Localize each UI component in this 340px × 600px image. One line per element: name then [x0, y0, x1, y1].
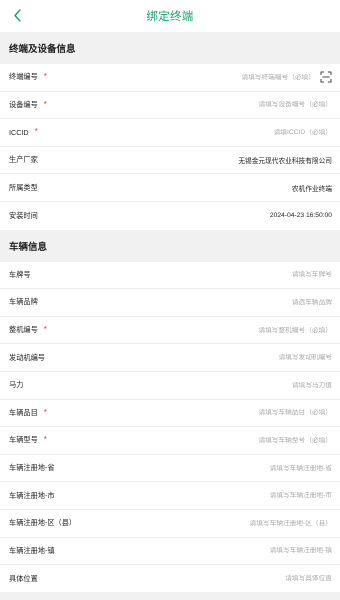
- required-marker: *: [43, 325, 47, 335]
- required-marker: *: [43, 435, 47, 445]
- address-input[interactable]: [172, 575, 332, 583]
- header-bar: 绑定终端: [0, 0, 340, 32]
- field-label: 车辆注册地-省: [9, 463, 55, 473]
- row-horsepower: 马力: [0, 372, 340, 400]
- row-iccid: ICCID *: [0, 119, 340, 147]
- row-device-no: 设备编号 *: [0, 92, 340, 120]
- model-input[interactable]: [172, 436, 332, 444]
- field-label: 车牌号: [9, 269, 31, 279]
- plate-input[interactable]: [172, 271, 332, 279]
- back-button[interactable]: [8, 5, 26, 25]
- row-plate: 车牌号: [0, 262, 340, 290]
- row-district: 车辆注册地-区（县）: [0, 510, 340, 538]
- row-brand: 车辆品牌: [0, 289, 340, 317]
- terminal-no-input[interactable]: [155, 73, 315, 81]
- iccid-input[interactable]: [172, 128, 332, 136]
- required-marker: *: [43, 99, 47, 109]
- field-label: 生产厂家: [9, 155, 38, 165]
- field-label: 车辆注册地-镇: [9, 545, 55, 555]
- install-time-value[interactable]: 2024-04-23 16:50:00: [270, 212, 332, 219]
- horsepower-input[interactable]: [172, 381, 332, 389]
- row-town: 车辆注册地-镇: [0, 538, 340, 566]
- field-label: 发动机编号: [9, 352, 45, 362]
- field-label: 车辆注册地-市: [9, 490, 55, 500]
- required-marker: *: [34, 127, 38, 137]
- machine-no-input[interactable]: [172, 326, 332, 334]
- field-label: 所属类型: [9, 182, 38, 192]
- field-label: 车辆品牌: [9, 297, 38, 307]
- row-province: 车辆注册地-省: [0, 455, 340, 483]
- chevron-left-icon: [13, 8, 21, 22]
- district-input[interactable]: [172, 519, 332, 527]
- field-label: 车辆型号 *: [9, 435, 47, 445]
- row-engine-no: 发动机编号: [0, 344, 340, 372]
- type-value: 农机作业终端: [291, 185, 332, 193]
- province-input[interactable]: [172, 464, 332, 472]
- brand-input[interactable]: [172, 298, 332, 306]
- required-marker: *: [43, 72, 47, 82]
- manufacturer-value: 无锡金元现代农业科技有限公司: [238, 158, 332, 166]
- row-manufacturer: 生产厂家 无锡金元现代农业科技有限公司: [0, 147, 340, 175]
- page-title: 绑定终端: [146, 11, 194, 23]
- row-type: 所属类型 农机作业终端: [0, 174, 340, 202]
- category-input[interactable]: [172, 409, 332, 417]
- row-machine-no: 整机编号 *: [0, 317, 340, 345]
- device-no-input[interactable]: [172, 101, 332, 109]
- field-label: 终端编号 *: [9, 72, 47, 82]
- field-label: ICCID *: [9, 127, 38, 137]
- row-terminal-no: 终端编号 *: [0, 64, 340, 92]
- row-city: 车辆注册地-市: [0, 482, 340, 510]
- field-label: 具体位置: [9, 573, 38, 583]
- row-category: 车辆品目 *: [0, 400, 340, 428]
- row-model: 车辆型号 *: [0, 427, 340, 455]
- city-input[interactable]: [172, 492, 332, 500]
- field-label: 马力: [9, 380, 24, 390]
- field-label: 整机编号 *: [9, 325, 47, 335]
- town-input[interactable]: [172, 547, 332, 555]
- required-marker: *: [43, 407, 47, 417]
- engine-no-input[interactable]: [172, 354, 332, 362]
- row-install-time: 安装时间 2024-04-23 16:50:00: [0, 202, 340, 230]
- section-header-terminal: 终端及设备信息: [0, 32, 340, 64]
- scan-button[interactable]: [319, 71, 332, 84]
- bottom-divider: [0, 592, 340, 600]
- field-label: 安装时间: [9, 210, 38, 220]
- scan-icon: [320, 71, 331, 83]
- row-address: 具体位置: [0, 565, 340, 593]
- field-label: 车辆品目 *: [9, 407, 47, 417]
- section-header-vehicle: 车辆信息: [0, 229, 340, 262]
- field-label: 车辆注册地-区（县）: [9, 518, 77, 528]
- field-label: 设备编号 *: [9, 99, 47, 109]
